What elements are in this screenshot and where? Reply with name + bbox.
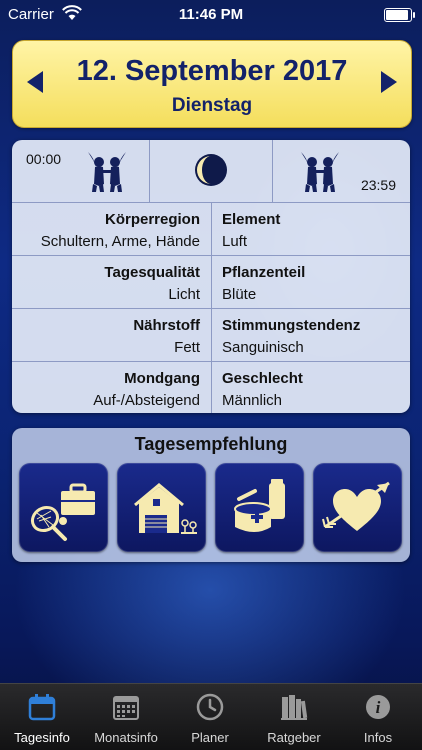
recommendation-title: Tagesempfehlung xyxy=(134,434,288,454)
info-row: Körperregion Schultern, Arme, Hände Elem… xyxy=(12,203,410,256)
info-value: Sanguinisch xyxy=(222,339,304,356)
info-label: Mondgang xyxy=(124,370,200,387)
calendar-icon xyxy=(28,694,56,721)
info-icon: i xyxy=(366,695,390,719)
gemini-icon xyxy=(301,152,339,192)
info-label: Element xyxy=(222,211,281,228)
end-time: 23:59 xyxy=(360,177,396,193)
end-sign-cell: 23:59 xyxy=(273,140,410,202)
column-divider xyxy=(211,362,212,413)
recommendation-tile-love[interactable] xyxy=(313,463,402,552)
tab-label: Infos xyxy=(363,730,393,745)
recommendation-tile-sport-work[interactable] xyxy=(19,463,108,552)
tab-label: Tagesinfo xyxy=(14,730,70,745)
column-divider xyxy=(211,203,212,255)
recommendation-tile-house-garden[interactable] xyxy=(117,463,206,552)
sport-work-icon xyxy=(30,483,95,541)
column-divider xyxy=(211,256,212,308)
column-divider xyxy=(211,309,212,361)
tab-monatsinfo[interactable]: Monatsinfo xyxy=(84,684,168,750)
info-value: Blüte xyxy=(222,286,257,303)
tab-label: Ratgeber xyxy=(267,730,321,745)
info-value: Schultern, Arme, Hände xyxy=(40,233,200,250)
info-label: Stimmungstendenz xyxy=(222,317,361,334)
info-value: Männlich xyxy=(222,392,283,409)
weekday-label: Dienstag xyxy=(171,95,253,116)
status-bar: Carrier 11:46 PM xyxy=(0,0,422,30)
tab-bar: Tagesinfo Monatsinfo Planer Ratgeber i I… xyxy=(0,683,422,750)
battery-level xyxy=(386,10,408,20)
recommendation-panel: Tagesempfehlung xyxy=(12,428,410,562)
clock-icon xyxy=(196,693,224,721)
info-label: Tagesqualität xyxy=(104,264,200,281)
info-value: Auf-/Absteigend xyxy=(93,392,200,409)
info-value: Licht xyxy=(168,286,200,303)
tab-infos[interactable]: i Infos xyxy=(336,684,420,750)
tab-ratgeber[interactable]: Ratgeber xyxy=(252,684,336,750)
tab-label: Monatsinfo xyxy=(94,730,158,745)
info-label: Geschlecht xyxy=(222,370,303,387)
info-value: Luft xyxy=(222,233,248,250)
info-row: Mondgang Auf-/Absteigend Geschlecht Männ… xyxy=(12,362,410,413)
tab-label: Planer xyxy=(191,730,229,745)
info-row: Nährstoff Fett Stimmungstendenz Sanguini… xyxy=(12,309,410,362)
recommendation-tile-cosmetics[interactable] xyxy=(215,463,304,552)
moon-sign-row: 00:00 23:59 xyxy=(12,140,410,203)
cosmetics-icon xyxy=(234,479,285,532)
gemini-icon xyxy=(88,152,126,192)
start-time: 00:00 xyxy=(26,151,62,167)
info-label: Nährstoff xyxy=(133,317,200,334)
day-info-panel: 00:00 23:59 Körperregion Schultern, Arme… xyxy=(12,140,410,413)
tab-planer[interactable]: Planer xyxy=(168,684,252,750)
month-calendar-icon xyxy=(113,696,139,720)
next-day-button[interactable] xyxy=(381,71,397,93)
status-time: 11:46 PM xyxy=(178,6,244,23)
info-label: Körperregion xyxy=(104,211,200,228)
moon-phase-cell xyxy=(150,140,273,202)
info-value: Fett xyxy=(174,339,200,356)
info-row: Tagesqualität Licht Pflanzenteil Blüte xyxy=(12,256,410,309)
house-garden-icon xyxy=(134,483,197,534)
svg-text:i: i xyxy=(376,698,381,717)
tab-tagesinfo[interactable]: Tagesinfo xyxy=(0,684,84,750)
battery-icon xyxy=(384,8,415,22)
previous-day-button[interactable] xyxy=(27,71,43,93)
books-icon xyxy=(281,695,308,720)
date-title: 12. September 2017 xyxy=(76,55,348,87)
heart-arrow-icon xyxy=(322,481,390,531)
moon-phase-icon xyxy=(195,154,227,186)
info-label: Pflanzenteil xyxy=(222,264,306,281)
start-sign-cell: 00:00 xyxy=(12,140,150,202)
date-header: 12. September 2017 Dienstag xyxy=(12,40,412,128)
